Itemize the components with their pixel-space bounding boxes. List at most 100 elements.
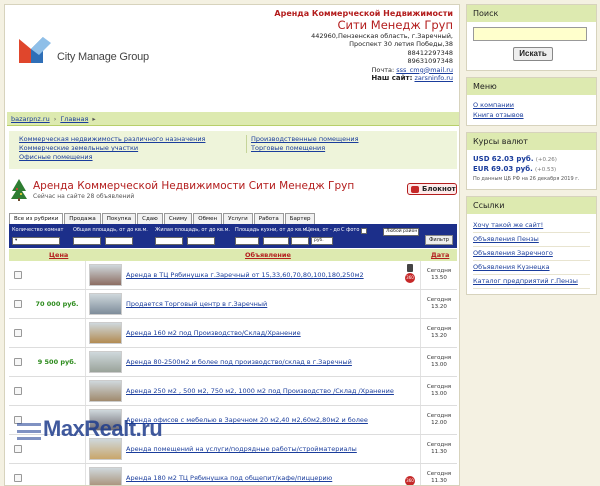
photo-checkbox[interactable]	[361, 228, 367, 234]
phone-icon	[407, 264, 413, 272]
row-day: Сегодня	[426, 442, 452, 448]
area-from-input[interactable]	[73, 237, 101, 245]
row-photo[interactable]	[89, 322, 122, 344]
category-link[interactable]: Торговые помещения	[251, 144, 359, 153]
breadcrumb-main[interactable]: Главная	[60, 115, 88, 123]
search-title: Поиск	[467, 5, 596, 22]
menu-box: Меню О компании Книга отзывов	[466, 77, 597, 126]
row-title-link[interactable]: Аренда 160 м2 под Производство/Склад/Хра…	[126, 329, 301, 337]
breadcrumb-home[interactable]: bazarpnz.ru	[11, 115, 50, 123]
row-title-link[interactable]: Аренда 180 м2 ТЦ Рябинушка под общепит/к…	[126, 474, 332, 482]
row-photo[interactable]	[89, 380, 122, 402]
eur-value: 69.03 руб.	[491, 165, 533, 173]
category-link[interactable]: Офисные помещения	[19, 153, 205, 162]
row-price: 9 500 руб.	[37, 358, 77, 366]
menu-item-about[interactable]: О компании	[473, 100, 590, 110]
tour-360-icon[interactable]: 360	[405, 273, 415, 283]
header-company: Сити Менедж Груп	[337, 17, 453, 32]
district-select[interactable]: Любой район	[383, 228, 419, 236]
row-date: Сегодня 13.00	[421, 355, 457, 369]
company-logo[interactable]: City Manage Group	[11, 13, 157, 83]
notebook-add-icon[interactable]	[14, 271, 22, 279]
row-title-link[interactable]: Аренда в ТЦ Рябинушка г.Заречный от 15,3…	[126, 271, 364, 279]
row-photo[interactable]	[89, 264, 122, 286]
table-row[interactable]: 9 500 руб. Аренда 80-2500м2 и более под п…	[9, 348, 457, 377]
row-photo[interactable]	[89, 351, 122, 373]
table-row[interactable]: Аренда 180 м2 ТЦ Рябинушка под общепит/к…	[9, 464, 457, 485]
category-link[interactable]: Коммерческая недвижимость различного наз…	[19, 135, 205, 144]
breadcrumb-sep-icon: ›	[53, 115, 57, 123]
notebook-add-icon[interactable]	[14, 329, 22, 337]
tour-360-icon[interactable]: 360	[405, 476, 415, 485]
row-photo[interactable]	[89, 467, 122, 485]
col-ad[interactable]: Объявление	[245, 251, 291, 259]
link-penza[interactable]: Объявления Пензы	[473, 233, 590, 247]
kitchen-from-input[interactable]	[235, 237, 259, 245]
site-label: Наш сайт:	[371, 74, 413, 82]
tab-rent[interactable]: Сниму	[163, 213, 193, 224]
tab-services[interactable]: Услуги	[223, 213, 253, 224]
col-divider	[85, 261, 86, 289]
link-kuznetsk[interactable]: Объявления Кузнецка	[473, 261, 590, 275]
rooms-select[interactable]: ▾	[12, 237, 60, 245]
tab-buy[interactable]: Покупка	[101, 213, 137, 224]
row-price: 70 000 руб.	[35, 300, 79, 308]
living-from-input[interactable]	[155, 237, 183, 245]
table-row[interactable]: Аренда 160 м2 под Производство/Склад/Хра…	[9, 319, 457, 348]
table-row[interactable]: 70 000 руб. Продается Торговый центр в г.…	[9, 290, 457, 319]
address-line-1: 442960,Пензенская область, г.Заречный,	[311, 31, 453, 40]
currency-select[interactable]: руб.	[311, 237, 333, 245]
tab-exchange[interactable]: Обмен	[193, 213, 223, 224]
col-date[interactable]: Дата	[431, 251, 449, 259]
eur-code: EUR	[473, 165, 489, 173]
tab-sale[interactable]: Продажа	[64, 213, 101, 224]
notebook-add-icon[interactable]	[14, 445, 22, 453]
price-from-input[interactable]	[263, 237, 289, 245]
row-day: Сегодня	[426, 471, 452, 477]
category-list: Коммерческая недвижимость различного наз…	[9, 131, 457, 169]
search-button[interactable]: Искать	[513, 47, 553, 61]
notebook-add-icon[interactable]	[14, 474, 22, 482]
row-title-link[interactable]: Аренда помещений на услуги/подрядные раб…	[126, 445, 357, 453]
link-catalog[interactable]: Каталог предприятий г.Пензы	[473, 275, 590, 289]
site-link[interactable]: zarsninfo.ru	[414, 74, 453, 82]
row-title-link[interactable]: Аренда 80-2500м2 и более под производств…	[126, 358, 352, 366]
photo-label: С фото	[341, 227, 360, 233]
area-to-input[interactable]	[105, 237, 133, 245]
notebook-add-icon[interactable]	[14, 387, 22, 395]
category-link[interactable]: Коммерческие земельные участки	[19, 144, 205, 153]
link-want-site[interactable]: Хочу такой же сайт!	[473, 219, 590, 233]
links-box: Ссылки Хочу такой же сайт! Объявления Пе…	[466, 196, 597, 295]
main-column: City Manage Group Аренда Коммерческой Не…	[4, 4, 460, 486]
email-link[interactable]: sss_cmg@mail.ru	[396, 66, 453, 74]
price-to-input[interactable]	[291, 237, 309, 245]
living-to-input[interactable]	[187, 237, 215, 245]
col-price[interactable]: Цена	[49, 251, 68, 259]
tab-all[interactable]: Все из рубрики	[9, 213, 64, 224]
table-row[interactable]: Аренда 250 м2 , 500 м2, 750 м2, 1000 м2 …	[9, 377, 457, 406]
usd-delta: (+0.26)	[535, 157, 557, 163]
col-divider	[85, 464, 86, 485]
row-photo[interactable]	[89, 293, 122, 315]
row-time: 13.20	[431, 333, 447, 339]
row-time: 13.00	[431, 362, 447, 368]
tab-barter[interactable]: Бартер	[284, 213, 316, 224]
row-title-link[interactable]: Аренда офисов с мебелью в Заречном 20 м2…	[126, 416, 368, 424]
link-zarechny[interactable]: Объявления Заречного	[473, 247, 590, 261]
table-row[interactable]: Аренда в ТЦ Рябинушка г.Заречный от 15,3…	[9, 261, 457, 290]
category-link[interactable]: Производственные помещения	[251, 135, 359, 144]
breadcrumb-arrow-icon: ▸	[92, 115, 96, 123]
row-time: 11.30	[431, 449, 447, 455]
row-day: Сегодня	[426, 384, 452, 390]
menu-item-reviews[interactable]: Книга отзывов	[473, 110, 590, 120]
notebook-button[interactable]: Блокнот	[407, 183, 457, 195]
row-day: Сегодня	[426, 326, 452, 332]
tab-jobs[interactable]: Работа	[253, 213, 284, 224]
row-time: 13.00	[431, 391, 447, 397]
tab-rent-out[interactable]: Сдаю	[137, 213, 163, 224]
notebook-label: Блокнот	[422, 185, 456, 193]
row-title-link[interactable]: Аренда 250 м2 , 500 м2, 750 м2, 1000 м2 …	[126, 387, 394, 395]
search-input[interactable]	[473, 27, 587, 41]
filter-button[interactable]: Фильтр	[425, 235, 453, 245]
row-title-link[interactable]: Продается Торговый центр в г.Заречный	[126, 300, 267, 308]
